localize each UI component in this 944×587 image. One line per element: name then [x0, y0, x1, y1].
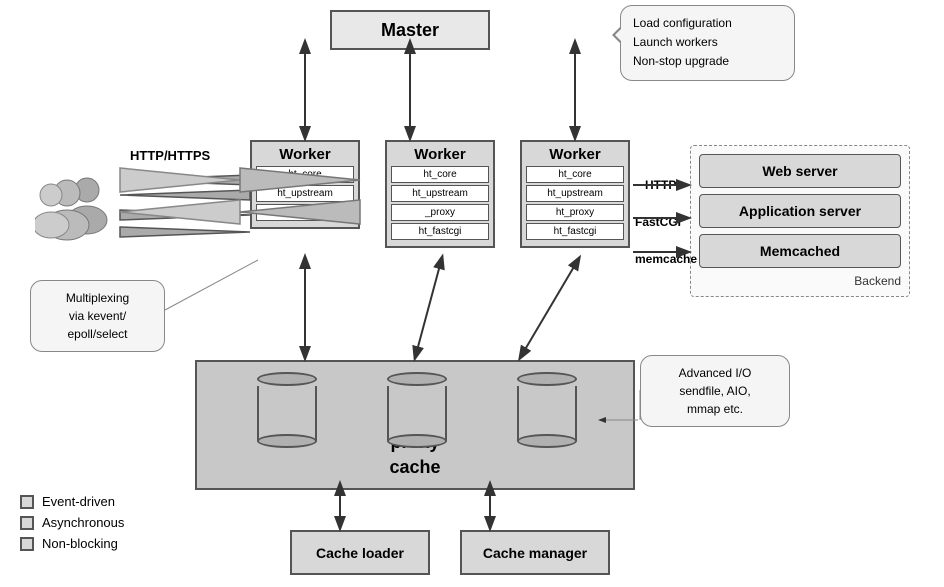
- worker3-module-core: ht_core: [526, 166, 624, 183]
- worker1-module-fastcgi: ht_fastcgi: [256, 204, 354, 221]
- legend-label-async: Asynchronous: [42, 515, 124, 530]
- http-label: HTTP: [645, 178, 676, 192]
- cache-manager-label: Cache manager: [483, 545, 587, 561]
- db-cylinder2-bottom: [387, 434, 447, 448]
- legend-item-nonblocking: Non-blocking: [20, 536, 124, 551]
- worker3-module-fastcgi: ht_fastcgi: [526, 223, 624, 240]
- users-icon: [35, 165, 115, 245]
- worker1-title: Worker: [256, 146, 354, 163]
- diagram-container: Master Load configuration Launch workers…: [0, 0, 944, 587]
- backend-appserver: Application server: [699, 194, 901, 228]
- multiplex-line3: epoll/select: [41, 325, 154, 343]
- worker1-module-upstream: ht_upstream: [256, 185, 354, 202]
- advancedio-line1: Advanced I/O: [651, 364, 779, 382]
- proxy-cache-area: proxycache: [195, 360, 635, 490]
- db-cylinder3-top: [517, 372, 577, 386]
- legend-label-nonblocking: Non-blocking: [42, 536, 118, 551]
- master-callout-line1: Load configuration: [633, 14, 782, 33]
- http-https-label: HTTP/HTTPS: [130, 148, 210, 163]
- worker3-module-proxy: ht_proxy: [526, 204, 624, 221]
- db-cylinder3-body: [517, 386, 577, 441]
- worker2-box: Worker ht_core ht_upstream _proxy ht_fas…: [385, 140, 495, 248]
- legend-box-nonblocking: [20, 537, 34, 551]
- worker2-module-upstream: ht_upstream: [391, 185, 489, 202]
- db-cylinder1-body: [257, 386, 317, 441]
- cache-loader-box: Cache loader: [290, 530, 430, 575]
- db-cylinder2-top: [387, 372, 447, 386]
- master-callout-line2: Launch workers: [633, 33, 782, 52]
- legend-label-event: Event-driven: [42, 494, 115, 509]
- backend-container: Web server Application server Memcached …: [690, 145, 910, 297]
- db-cylinder1-bottom: [257, 434, 317, 448]
- legend-box-async: [20, 516, 34, 530]
- cache-loader-label: Cache loader: [316, 545, 404, 561]
- legend-item-async: Asynchronous: [20, 515, 124, 530]
- worker1-box: Worker ht_core ht_upstream ht_fastcgi: [250, 140, 360, 229]
- fastcgi-label: FastCGI: [635, 215, 681, 229]
- legend-box-event: [20, 495, 34, 509]
- worker1-module-core: ht_core: [256, 166, 354, 183]
- worker3-title: Worker: [526, 146, 624, 163]
- db-cylinder3-bottom: [517, 434, 577, 448]
- cache-manager-box: Cache manager: [460, 530, 610, 575]
- db-cylinder1-top: [257, 372, 317, 386]
- memcache-label: memcache: [635, 252, 697, 266]
- db-cylinder2-body: [387, 386, 447, 441]
- worker2-module-core: ht_core: [391, 166, 489, 183]
- master-callout: Load configuration Launch workers Non-st…: [620, 5, 795, 81]
- master-box: Master: [330, 10, 490, 50]
- backend-memcached: Memcached: [699, 234, 901, 268]
- advancedio-callout: Advanced I/O sendfile, AIO, mmap etc.: [640, 355, 790, 427]
- master-label: Master: [381, 20, 439, 41]
- master-callout-line3: Non-stop upgrade: [633, 52, 782, 71]
- multiplexing-callout: Multiplexing via kevent/ epoll/select: [30, 280, 165, 352]
- legend-item-event: Event-driven: [20, 494, 124, 509]
- worker3-module-upstream: ht_upstream: [526, 185, 624, 202]
- multiplex-line1: Multiplexing: [41, 289, 154, 307]
- worker2-module-fastcgi: ht_fastcgi: [391, 223, 489, 240]
- worker2-module-proxy: _proxy: [391, 204, 489, 221]
- worker2-title: Worker: [391, 146, 489, 163]
- legend: Event-driven Asynchronous Non-blocking: [20, 494, 124, 557]
- advancedio-line2: sendfile, AIO,: [651, 382, 779, 400]
- backend-webserver: Web server: [699, 154, 901, 188]
- multiplex-line2: via kevent/: [41, 307, 154, 325]
- worker3-box: Worker ht_core ht_upstream ht_proxy ht_f…: [520, 140, 630, 248]
- backend-label: Backend: [699, 274, 901, 288]
- advancedio-line3: mmap etc.: [651, 400, 779, 418]
